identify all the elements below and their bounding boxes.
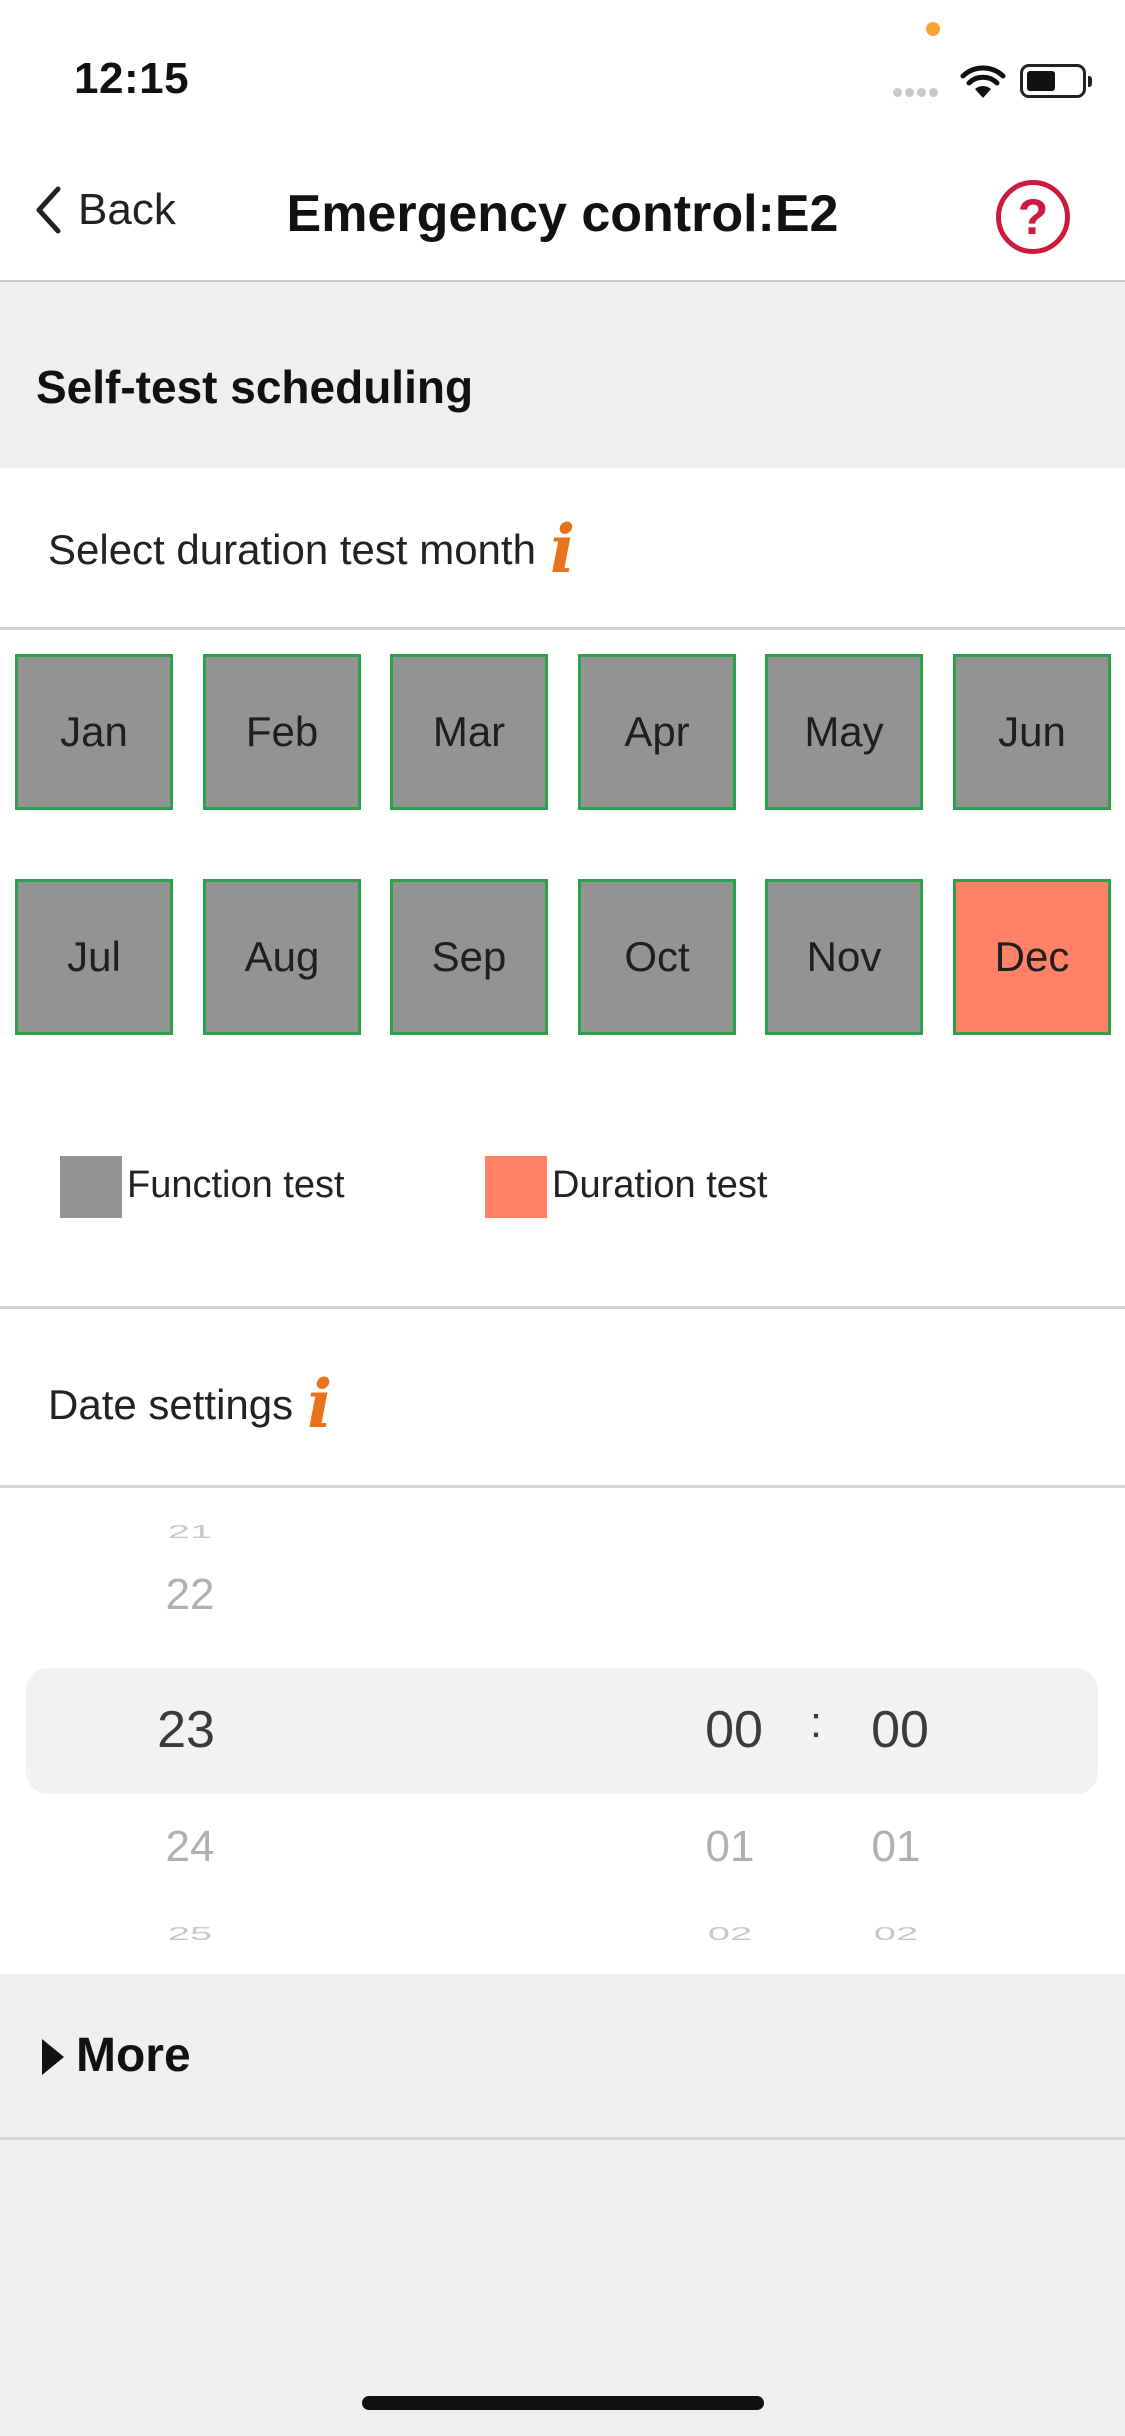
month-apr[interactable]: Apr	[578, 654, 736, 810]
day-option[interactable]: 22	[130, 1570, 250, 1620]
duration-test-swatch	[485, 1156, 547, 1218]
section-title: Self-test scheduling	[36, 361, 474, 413]
month-oct[interactable]: Oct	[578, 879, 736, 1035]
legend: Function test Duration test	[0, 1156, 1125, 1218]
month-feb[interactable]: Feb	[203, 654, 361, 810]
battery-icon	[1020, 64, 1092, 98]
date-settings-label: Date settings i	[48, 1371, 332, 1437]
day-option[interactable]: 21	[130, 1522, 250, 1542]
hour-option[interactable]: 01	[670, 1822, 790, 1872]
function-test-swatch	[60, 1156, 122, 1218]
duration-month-label-text: Select duration test month	[48, 526, 536, 573]
month-dec[interactable]: Dec	[953, 879, 1111, 1035]
month-may[interactable]: May	[765, 654, 923, 810]
month-aug[interactable]: Aug	[203, 879, 361, 1035]
wifi-icon	[960, 65, 1006, 98]
more-toggle[interactable]: More	[0, 1974, 1125, 2140]
help-button[interactable]: ?	[996, 180, 1070, 254]
duration-month-row: Select duration test month i	[0, 468, 1125, 630]
month-nov[interactable]: Nov	[765, 879, 923, 1035]
day-option[interactable]: 25	[130, 1924, 250, 1944]
disclosure-triangle-icon	[42, 2039, 64, 2075]
month-jun[interactable]: Jun	[953, 654, 1111, 810]
navigation-bar: Emergency control:E2 Back ?	[0, 140, 1125, 282]
month-sep[interactable]: Sep	[390, 879, 548, 1035]
status-bar: 12:15	[0, 0, 1125, 140]
more-label: More	[76, 2029, 191, 2082]
month-jan[interactable]: Jan	[15, 654, 173, 810]
chevron-left-icon	[36, 186, 61, 234]
back-label: Back	[78, 185, 176, 234]
cellular-signal-icon	[893, 84, 945, 97]
duration-test-legend-label: Duration test	[552, 1164, 768, 1206]
day-selected[interactable]: 23	[126, 1700, 246, 1760]
privacy-indicator-dot	[926, 22, 940, 36]
time-separator: :	[809, 1698, 823, 1747]
bottom-area	[0, 2140, 1125, 2436]
minute-option[interactable]: 02	[836, 1924, 956, 1944]
minute-selected[interactable]: 00	[840, 1700, 960, 1760]
month-mar[interactable]: Mar	[390, 654, 548, 810]
date-settings-row: Date settings i	[0, 1309, 1125, 1488]
minute-option[interactable]: 01	[836, 1822, 956, 1872]
function-test-legend-label: Function test	[127, 1164, 345, 1206]
hour-selected[interactable]: 00	[674, 1700, 794, 1760]
date-time-picker[interactable]: 21 22 23 24 25 00 01 02 : 00 01 02	[0, 1488, 1125, 1976]
hour-option[interactable]: 02	[670, 1924, 790, 1944]
section-header: Self-test scheduling	[0, 282, 1125, 468]
info-icon[interactable]: i	[307, 1371, 332, 1437]
duration-month-label: Select duration test month i	[48, 516, 575, 582]
date-settings-label-text: Date settings	[48, 1381, 294, 1428]
back-button[interactable]: Back	[34, 180, 176, 240]
status-time: 12:15	[74, 54, 190, 103]
info-icon[interactable]: i	[550, 516, 575, 582]
day-option[interactable]: 24	[130, 1822, 250, 1872]
home-indicator	[362, 2396, 764, 2410]
month-jul[interactable]: Jul	[15, 879, 173, 1035]
